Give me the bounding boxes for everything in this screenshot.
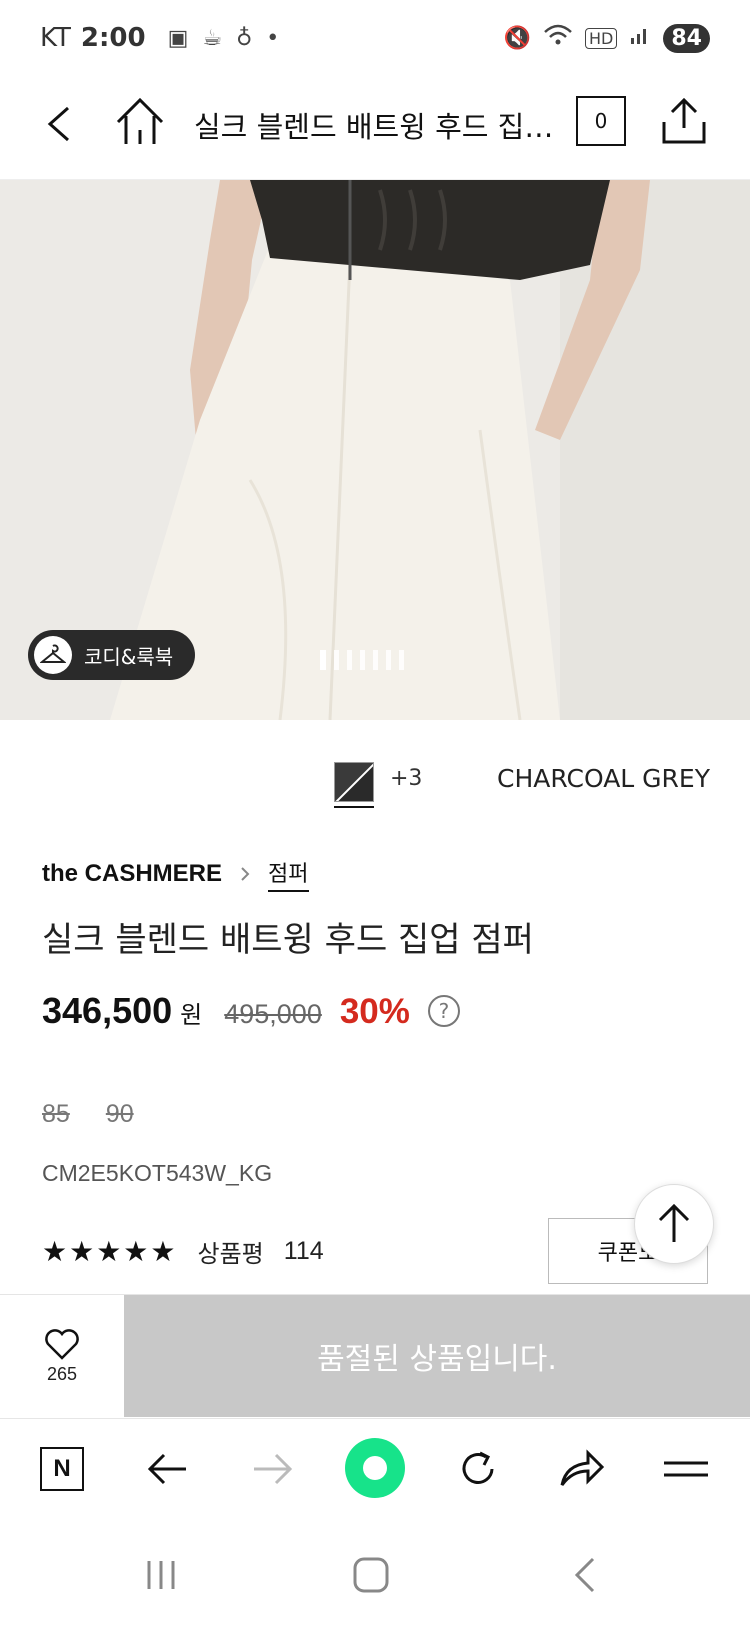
brand-link[interactable]: the CASHMERE: [42, 860, 222, 888]
share-page-button[interactable]: [554, 1441, 610, 1497]
hanger-icon: [34, 636, 72, 674]
green-dot-icon: [345, 1438, 405, 1498]
price-unit: 원: [180, 1001, 203, 1029]
chevron-right-icon: [241, 867, 250, 881]
system-back-button[interactable]: [560, 1550, 610, 1600]
hd-icon: HD: [585, 27, 618, 49]
system-navigation: [0, 1522, 750, 1625]
rating-row[interactable]: ★★★★★ 상품평 114: [42, 1234, 324, 1269]
rating-stars: ★★★★★: [42, 1235, 178, 1268]
pager-dot: [386, 650, 391, 670]
back-button[interactable]: [38, 100, 86, 148]
arrow-up-icon: [658, 1203, 690, 1242]
color-swatch[interactable]: [334, 762, 374, 802]
notification-icon: ♁: [236, 25, 253, 51]
system-home-button[interactable]: [346, 1550, 396, 1600]
category-link[interactable]: 점퍼: [268, 856, 309, 892]
naver-n-icon: N: [40, 1447, 84, 1491]
browser-toolbar: N: [0, 1418, 750, 1522]
breadcrumb: the CASHMERE 점퍼: [42, 856, 309, 892]
pager-dot: [399, 650, 404, 670]
pager-dot: [320, 650, 326, 670]
signal-icon: [629, 24, 651, 52]
heart-icon: [45, 1328, 79, 1360]
pager-dot: [373, 650, 378, 670]
refresh-button[interactable]: [450, 1441, 506, 1497]
browser-back-button[interactable]: [140, 1441, 196, 1497]
mute-icon: 🔇: [503, 25, 532, 51]
status-bar: KT 2:00 ▣ ☕ ♁ • 🔇 HD 84: [0, 0, 750, 76]
review-label: 상품평: [197, 1240, 264, 1268]
coffee-icon: ☕: [202, 25, 223, 51]
charcoal-swatch-icon: [335, 763, 373, 801]
recent-apps-button[interactable]: [136, 1550, 186, 1600]
home-square-icon: [353, 1557, 389, 1593]
size-option[interactable]: 90: [106, 1100, 134, 1129]
recent-apps-icon: [147, 1561, 175, 1589]
color-name: CHARCOAL GREY: [497, 764, 710, 793]
refresh-icon: [462, 1451, 494, 1484]
screenshot-icon: ▣: [167, 25, 189, 51]
home-icon: [116, 97, 164, 144]
review-count: 114: [283, 1237, 324, 1265]
product-image[interactable]: 코디&룩북: [0, 180, 750, 720]
browser-forward-button[interactable]: [244, 1441, 300, 1497]
more-dot-icon: •: [266, 25, 280, 51]
scroll-top-button[interactable]: [634, 1184, 714, 1264]
home-button[interactable]: [112, 94, 168, 150]
naver-home-button[interactable]: N: [34, 1441, 90, 1497]
wish-count: 265: [46, 1363, 78, 1384]
more-colors-label[interactable]: +3: [390, 766, 422, 791]
page-title: 실크 블렌드 배트윙 후드 집업...: [194, 110, 554, 144]
sale-price: 346,500: [42, 990, 173, 1031]
purchase-bar: 265 품절된 상품입니다.: [0, 1294, 750, 1417]
chevron-left-icon: [47, 106, 69, 142]
pager-dot: [334, 650, 339, 670]
codi-label: 코디&룩북: [84, 644, 174, 669]
price-row: 346,500 원 495,000 30% ?: [42, 990, 460, 1032]
battery-indicator: 84: [663, 23, 710, 53]
back-chevron-icon: [574, 1557, 595, 1593]
codi-lookbook-button[interactable]: 코디&룩북: [28, 630, 196, 680]
share-icon: [662, 97, 706, 144]
arrow-right-icon: [254, 1453, 293, 1485]
carrier-label: KT: [40, 23, 71, 53]
wishlist-button[interactable]: 265: [0, 1295, 124, 1417]
price-help-icon[interactable]: ?: [427, 995, 460, 1027]
product-title: 실크 블렌드 배트윙 후드 집업 점퍼: [42, 920, 534, 960]
pager-dot: [360, 650, 365, 670]
size-options: 85 90: [42, 1100, 134, 1129]
soldout-button[interactable]: 품절된 상품입니다.: [124, 1295, 750, 1417]
top-navigation: 실크 블렌드 배트윙 후드 집업... 0: [0, 76, 750, 180]
original-price: 495,000: [224, 999, 322, 1029]
menu-icon: [664, 1461, 708, 1477]
arrow-left-icon: [147, 1453, 186, 1485]
green-dot-button[interactable]: [344, 1437, 406, 1499]
image-pager: [320, 650, 404, 670]
forward-share-icon: [560, 1449, 605, 1486]
wifi-icon: [543, 24, 573, 52]
clock: 2:00: [80, 23, 146, 53]
selected-swatch-indicator: [334, 806, 374, 808]
cart-count: 0: [594, 109, 608, 133]
menu-button[interactable]: [658, 1441, 714, 1497]
product-code: CM2E5KOT543W_KG: [42, 1160, 273, 1186]
share-button[interactable]: [658, 94, 710, 148]
pager-dot: [347, 650, 352, 670]
soldout-label: 품절된 상품입니다.: [317, 1342, 557, 1377]
size-option[interactable]: 85: [42, 1100, 70, 1129]
discount-rate: 30%: [339, 992, 410, 1031]
cart-button[interactable]: 0: [576, 96, 626, 146]
